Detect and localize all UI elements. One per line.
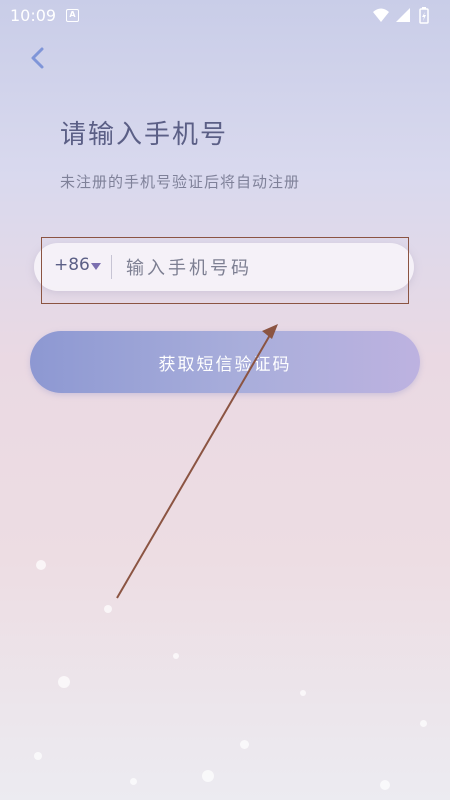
- sparkle-decoration: [173, 653, 179, 659]
- battery-icon: [419, 7, 429, 24]
- get-sms-code-button[interactable]: 获取短信验证码: [30, 331, 420, 393]
- chevron-left-icon: [31, 47, 44, 69]
- sparkle-decoration: [36, 560, 46, 570]
- wifi-icon: [373, 8, 389, 22]
- app-notification-icon: A: [66, 9, 79, 22]
- back-button[interactable]: [24, 44, 52, 72]
- page-subtitle: 未注册的手机号验证后将自动注册: [60, 173, 301, 191]
- sparkle-decoration: [104, 605, 112, 613]
- status-icons: [372, 6, 438, 26]
- status-bar: 10:09 A: [0, 0, 450, 32]
- signal-icon: [396, 8, 410, 22]
- annotation-highlight-box: [41, 237, 409, 304]
- sparkle-decoration: [130, 778, 137, 785]
- page-title: 请输入手机号: [60, 120, 229, 150]
- sparkle-decoration: [34, 752, 42, 760]
- sparkle-decoration: [380, 780, 390, 790]
- sparkle-decoration: [58, 676, 70, 688]
- status-time: 10:09: [10, 6, 57, 25]
- sparkle-decoration: [300, 690, 306, 696]
- sparkle-decoration: [240, 740, 249, 749]
- sparkle-decoration: [202, 770, 214, 782]
- sparkle-decoration: [420, 720, 427, 727]
